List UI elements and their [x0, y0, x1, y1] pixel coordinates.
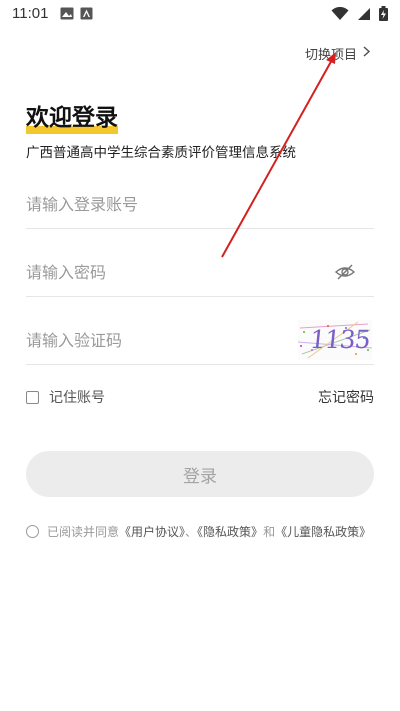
agreement-sep1: 、: [185, 525, 198, 539]
remember-row: 记住账号 忘记密码: [26, 386, 374, 408]
status-bar: 11:01: [0, 0, 400, 28]
agree-radio[interactable]: [26, 525, 39, 538]
remember-account-toggle[interactable]: 记住账号: [26, 387, 105, 407]
agreement-text: 已阅读并同意《用户协议》、《隐私政策》和《儿童隐私政策》: [47, 523, 371, 540]
agreement-sep2: 和: [263, 525, 276, 539]
agreement-prefix: 已阅读并同意: [47, 525, 120, 539]
page-title: 欢迎登录: [26, 98, 118, 134]
eye-hidden-icon[interactable]: [334, 261, 356, 283]
captcha-input[interactable]: [26, 330, 298, 350]
title-block: 欢迎登录: [26, 98, 118, 134]
password-input[interactable]: [26, 262, 334, 282]
forgot-password-link[interactable]: 忘记密码: [318, 387, 374, 407]
child-privacy-policy-link[interactable]: 《儿童隐私政策》: [275, 525, 371, 539]
page-title-text: 欢迎登录: [26, 105, 118, 131]
remember-checkbox[interactable]: [26, 390, 39, 404]
account-input[interactable]: [26, 194, 374, 214]
login-button[interactable]: 登录: [26, 451, 374, 497]
status-time: 11:01: [12, 5, 49, 22]
captcha-image[interactable]: 1135: [297, 320, 373, 360]
captcha-field: 1135: [26, 316, 374, 365]
wifi-icon: [331, 6, 349, 20]
account-field: [26, 180, 374, 229]
switch-project-label: 切换项目: [304, 48, 357, 63]
captcha-text: 1135: [308, 325, 372, 354]
user-agreement-link[interactable]: 《用户协议》: [119, 525, 185, 539]
chevron-right-icon: [363, 46, 371, 61]
signal-icon: [358, 7, 370, 20]
switch-project-button[interactable]: 切换项目: [304, 44, 371, 63]
app-notification-icon: [80, 7, 93, 20]
remember-label: 记住账号: [49, 390, 105, 406]
agreement-row: 已阅读并同意《用户协议》、《隐私政策》和《儿童隐私政策》: [26, 523, 386, 540]
image-notification-icon: [60, 7, 74, 20]
battery-charging-icon: [379, 6, 388, 21]
password-field: [26, 248, 374, 297]
privacy-policy-link[interactable]: 《隐私政策》: [197, 525, 263, 539]
system-name: 广西普通高中学生综合素质评价管理信息系统: [26, 145, 296, 161]
